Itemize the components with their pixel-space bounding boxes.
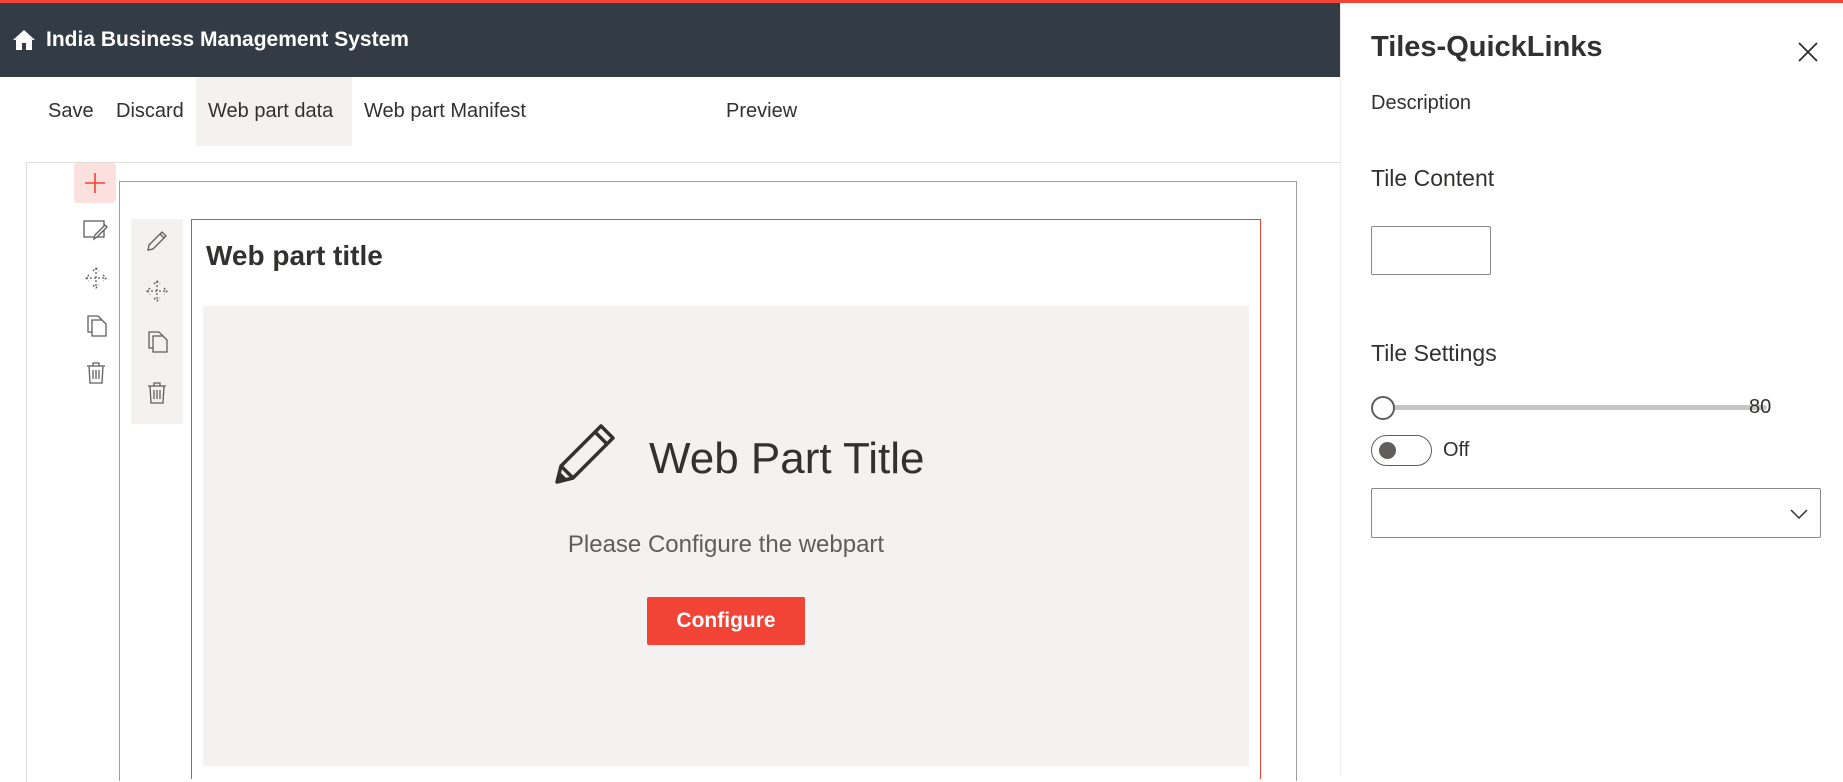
close-panel-button[interactable]: [1793, 37, 1823, 67]
slider-value: 80: [1749, 396, 1772, 418]
property-pane: Tiles-QuickLinks Description Tile Conten…: [1340, 3, 1843, 776]
duplicate-icon: [87, 315, 107, 337]
edit-section-icon: [83, 220, 108, 241]
slider-track[interactable]: [1381, 405, 1767, 410]
tab-webpart-manifest[interactable]: Web part Manifest: [364, 77, 526, 146]
discard-button[interactable]: Discard: [116, 77, 184, 146]
move-icon: [146, 280, 168, 302]
panel-title: Tiles-QuickLinks: [1371, 31, 1603, 63]
pencil-icon: [555, 424, 615, 484]
home-icon[interactable]: [12, 28, 36, 52]
webpart-title: Web part title: [206, 240, 383, 271]
placeholder-title: Web Part Title: [649, 434, 925, 483]
duplicate-icon: [148, 331, 168, 353]
delete-icon: [148, 382, 166, 404]
configure-button[interactable]: Configure: [647, 597, 805, 645]
move-icon: [85, 267, 107, 289]
delete-section-button[interactable]: [82, 359, 110, 387]
tile-toggle[interactable]: [1371, 435, 1432, 466]
webpart-placeholder: Web Part Title Please Configure the webp…: [203, 306, 1249, 766]
close-icon: [1798, 42, 1818, 62]
placeholder-description: Please Configure the webpart: [567, 531, 885, 558]
toggle-label: Off: [1443, 439, 1470, 461]
preview-button[interactable]: Preview: [726, 77, 797, 146]
tile-settings-heading: Tile Settings: [1371, 340, 1497, 366]
add-section-button[interactable]: [74, 163, 116, 203]
toggle-knob: [1379, 442, 1396, 459]
toolbar: Save Discard Web part data Web part Mani…: [0, 77, 1340, 146]
slider-thumb[interactable]: [1371, 396, 1395, 420]
tab-webpart-data[interactable]: Web part data: [196, 77, 352, 146]
tile-content-input[interactable]: [1371, 226, 1491, 275]
panel-description: Description: [1371, 92, 1472, 114]
tile-dropdown[interactable]: [1371, 488, 1821, 538]
delete-icon: [87, 362, 105, 384]
tile-content-heading: Tile Content: [1371, 165, 1495, 191]
move-webpart-button[interactable]: [143, 277, 171, 305]
app-header: India Business Management System: [0, 3, 1340, 77]
plus-icon: [85, 173, 105, 193]
app-title: India Business Management System: [46, 28, 409, 51]
webpart-toolbar: [131, 219, 183, 424]
edit-webpart-button[interactable]: [143, 227, 171, 255]
edit-section-button[interactable]: [82, 216, 110, 244]
duplicate-webpart-button[interactable]: [143, 328, 171, 356]
delete-webpart-button[interactable]: [143, 379, 171, 407]
duplicate-section-button[interactable]: [82, 312, 110, 340]
pencil-icon: [147, 231, 167, 251]
save-button[interactable]: Save: [48, 77, 94, 146]
chevron-down-icon: [1790, 509, 1808, 520]
move-section-button[interactable]: [82, 264, 110, 292]
